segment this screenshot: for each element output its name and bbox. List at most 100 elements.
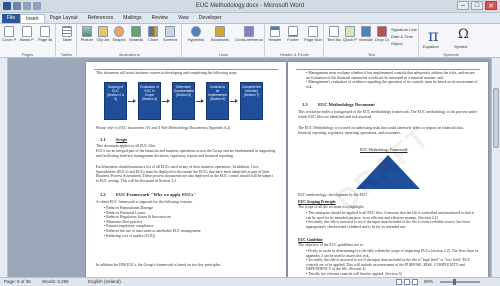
zoom-level[interactable]: 80%: [424, 278, 433, 286]
flow-arrow-icon: [230, 99, 238, 103]
document-area: This document will assist business owner…: [0, 58, 500, 277]
scope-p2: EUCs are an integral part of the financi…: [96, 149, 276, 158]
minimize-button[interactable]: –: [457, 1, 469, 10]
principles-list: The enterprise should be applied to all …: [306, 211, 478, 229]
scope-p1: This document applies to all EUC files.: [96, 144, 157, 148]
header-button[interactable]: Header: [268, 26, 282, 42]
page-break-icon: [40, 26, 50, 37]
quick-parts-icon: [345, 26, 355, 37]
picture-button[interactable]: Picture: [80, 26, 94, 42]
blank-page-button[interactable]: Blank Page: [20, 26, 34, 42]
methodology-p2: The EUC Methodology is focused on addres…: [298, 126, 464, 135]
principle-item: The enterprise should be applied to all …: [306, 211, 478, 220]
scope-p3: Each business should maintain a list of …: [96, 165, 273, 183]
smartart-button[interactable]: SmartArt: [129, 26, 143, 42]
cover-page-button[interactable]: Cover Page: [2, 26, 16, 42]
guideline-item: Thirdly, the relevant controls will then…: [306, 272, 478, 277]
page-number-button[interactable]: Page Number: [304, 26, 322, 42]
blank-page-icon: [22, 26, 32, 37]
table-button[interactable]: Table: [60, 26, 74, 42]
zoom-slider[interactable]: [440, 279, 480, 285]
page1-intro: This document will assist business owner…: [96, 71, 237, 75]
flow-arrow-icon: [128, 99, 136, 103]
group-header-footer: Header Footer Page Number Header & Foote…: [266, 24, 324, 58]
equation-button[interactable]: Equation: [423, 44, 439, 49]
page-count[interactable]: Page: 8 of 36: [4, 278, 31, 286]
flow-step-box: Evaluation of EUC in Scope (Section 4): [138, 82, 161, 120]
full-screen-icon[interactable]: [404, 279, 410, 285]
cross-reference-button[interactable]: Cross-reference: [235, 26, 263, 42]
maximize-button[interactable]: □: [471, 1, 483, 10]
symbol-icon[interactable]: Ω: [458, 27, 469, 42]
bookmark-button[interactable]: Bookmark: [210, 26, 230, 42]
principle-item: Secondly, this file is assessed to see i…: [306, 220, 478, 229]
scope-number: 1.1: [100, 137, 106, 142]
symbol-button[interactable]: Symbol: [454, 44, 467, 49]
document-page-1[interactable]: This document will assist business owner…: [86, 62, 286, 277]
screenshot-icon: [165, 26, 175, 37]
group-label-symbols: Symbols: [443, 52, 459, 57]
status-bar: Page: 8 of 36 Words: 8,295 English (Irel…: [0, 277, 500, 286]
text-box-icon: [329, 26, 339, 37]
vertical-scrollbar[interactable]: [491, 58, 500, 277]
clip-art-button[interactable]: Clip Art: [96, 26, 110, 42]
management-item: Management's evaluation of evidence rega…: [306, 80, 478, 89]
group-label-pages: Pages: [21, 52, 34, 57]
document-page-2[interactable]: Management must evaluate whether it has …: [288, 62, 488, 277]
word-count[interactable]: Words: 8,295: [42, 278, 69, 286]
tab-view[interactable]: View: [173, 14, 194, 23]
group-illustrations: Picture Clip Art Shapes SmartArt Chart S…: [78, 24, 182, 58]
tab-file[interactable]: File: [2, 14, 21, 23]
web-layout-icon[interactable]: [412, 279, 418, 285]
drop-cap-button[interactable]: Drop Cap: [375, 26, 389, 42]
tab-developer[interactable]: Developer: [194, 14, 227, 23]
tab-mailings[interactable]: Mailings: [118, 14, 146, 23]
zoom-slider-knob[interactable]: [452, 279, 456, 285]
bookmark-icon: [215, 26, 225, 37]
wordart-button[interactable]: WordArt: [359, 26, 373, 42]
process-flow-diagram: Scoping of EUC (Section 2 & 3) Evaluation…: [96, 76, 276, 124]
principles-heading: EUC Scoping Principle: [298, 200, 336, 204]
quick-parts-button[interactable]: Quick Parts: [343, 26, 357, 42]
shapes-button[interactable]: Shapes: [112, 26, 126, 42]
wordart-icon: [361, 26, 371, 37]
equation-icon[interactable]: π: [428, 26, 439, 45]
chart-icon: [148, 26, 158, 37]
chart-button[interactable]: Chart: [146, 26, 160, 42]
smartart-icon: [131, 26, 141, 37]
methodology-p1: This section provides a background of th…: [298, 110, 478, 119]
close-button[interactable]: ✕: [485, 1, 497, 10]
tab-references[interactable]: References: [83, 14, 119, 23]
group-label-illustrations: Illustrations: [119, 52, 140, 57]
window-title: EUC Methodology.docx - Microsoft Word: [195, 3, 305, 9]
principles-intro: The scope of all the sections is to high…: [298, 205, 365, 209]
framework-intro: A robust EUC framework is imposed for th…: [96, 200, 193, 204]
hyperlink-button[interactable]: Hyperlink: [186, 26, 206, 42]
signature-line-button[interactable]: Signature Line: [391, 27, 417, 32]
reasons-list: Reduces Reputational DamageReduces Finan…: [104, 206, 276, 238]
group-label-tables: Tables: [60, 52, 73, 57]
management-items-list: Management must evaluate whether it has …: [306, 71, 478, 89]
footer-icon: [288, 26, 298, 37]
framework-number: 1.2: [100, 192, 106, 197]
table-icon: [62, 26, 72, 37]
tab-page-layout[interactable]: Page Layout: [45, 14, 83, 23]
language[interactable]: English (Ireland): [88, 278, 121, 286]
clip-art-icon: [98, 26, 108, 37]
tab-review[interactable]: Review: [147, 14, 173, 23]
date-time-button[interactable]: Date & Time: [391, 34, 413, 39]
flow-step-box: Controls to be Implemented (Section 6): [206, 82, 229, 120]
screenshot-button[interactable]: Screenshot: [163, 26, 177, 42]
flow-caption: Please refer to EUC documents 101 and 4 …: [96, 126, 232, 130]
window-controls: – □ ✕: [457, 1, 497, 10]
tab-insert[interactable]: Insert: [20, 14, 45, 23]
group-label-links: Links: [218, 52, 229, 57]
guideline-heading: EUC Guideline: [298, 238, 323, 242]
page-break-button[interactable]: Page Break: [38, 26, 52, 42]
text-box-button[interactable]: Text Box: [327, 26, 341, 42]
guidelines-list: Firstly to assist in determining if a fi…: [306, 249, 478, 277]
object-button[interactable]: Object: [391, 41, 403, 46]
footer-button[interactable]: Footer: [286, 26, 300, 42]
print-layout-icon[interactable]: [396, 279, 402, 285]
scrollbar-thumb[interactable]: [493, 88, 499, 148]
